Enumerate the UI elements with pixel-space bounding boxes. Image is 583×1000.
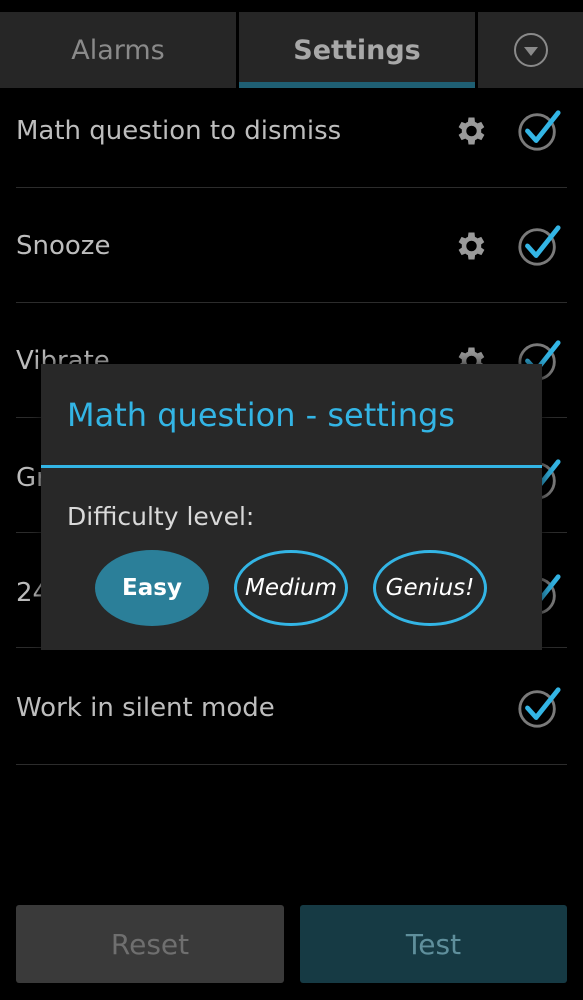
- list-item-label: Work in silent mode: [16, 693, 275, 723]
- checkmark-icon[interactable]: [516, 222, 562, 268]
- dialog-title: Math question - settings: [67, 396, 455, 434]
- math-settings-dialog: Math question - settings Difficulty leve…: [41, 364, 542, 650]
- difficulty-easy-label: Easy: [122, 575, 182, 601]
- list-item-silent-mode[interactable]: Work in silent mode: [16, 650, 567, 765]
- difficulty-label: Difficulty level:: [67, 502, 255, 531]
- gear-icon[interactable]: [452, 113, 488, 149]
- list-item-label: Snooze: [16, 231, 111, 261]
- test-button[interactable]: Test: [300, 905, 567, 983]
- tab-alarms-label: Alarms: [71, 34, 165, 66]
- difficulty-medium-label: Medium: [245, 575, 337, 601]
- chevron-down-circle-icon: [513, 33, 548, 67]
- test-button-label: Test: [405, 927, 462, 961]
- dialog-divider: [41, 465, 542, 468]
- difficulty-easy-option[interactable]: Easy: [95, 550, 209, 626]
- tab-settings-label: Settings: [293, 34, 421, 66]
- checkmark-icon[interactable]: [516, 684, 562, 730]
- reset-button-label: Reset: [110, 927, 190, 961]
- checkmark-icon[interactable]: [516, 107, 562, 153]
- list-item-label: Math question to dismiss: [16, 116, 342, 146]
- list-item-math-question[interactable]: Math question to dismiss: [16, 73, 567, 188]
- difficulty-genius-label: Genius!: [385, 575, 475, 601]
- list-item-snooze[interactable]: Snooze: [16, 188, 567, 303]
- difficulty-genius-option[interactable]: Genius!: [373, 550, 487, 626]
- difficulty-medium-option[interactable]: Medium: [234, 550, 348, 626]
- reset-button[interactable]: Reset: [16, 905, 284, 983]
- gear-icon[interactable]: [452, 228, 488, 264]
